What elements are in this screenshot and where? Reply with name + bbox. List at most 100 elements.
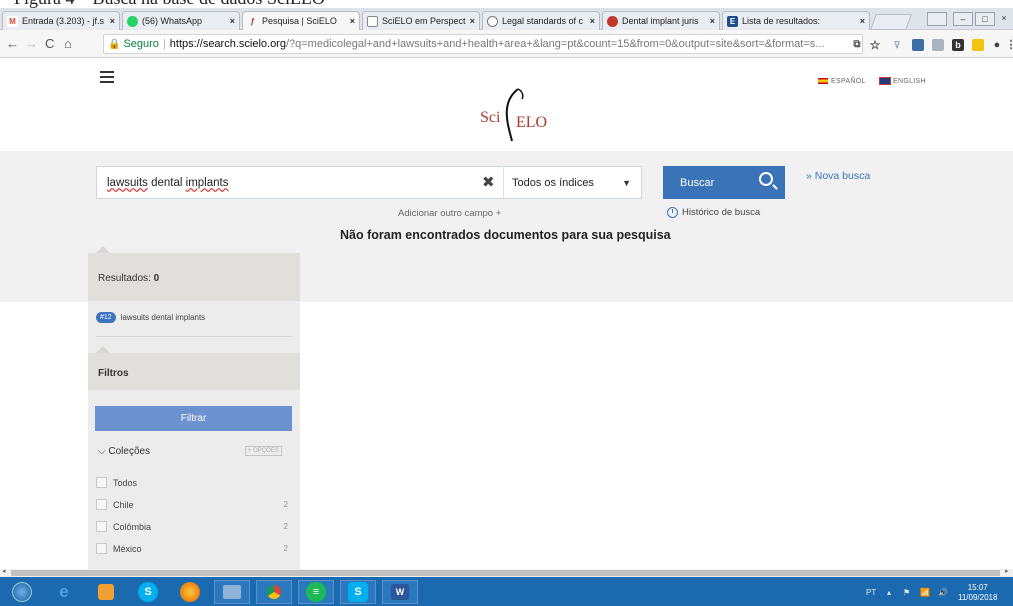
results-number: 0 bbox=[153, 273, 160, 284]
taskbar-app-files[interactable] bbox=[214, 580, 250, 604]
search-button[interactable]: Buscar bbox=[663, 166, 785, 199]
filter-count: 2 bbox=[283, 500, 288, 509]
bookmark-star-icon[interactable]: ☆ bbox=[869, 39, 881, 51]
extension-icon[interactable]: ⊽ bbox=[891, 39, 903, 51]
filter-item-todos[interactable]: Todos bbox=[96, 477, 292, 488]
panel-pointer bbox=[96, 246, 110, 253]
checkbox[interactable] bbox=[96, 543, 107, 554]
close-icon[interactable]: × bbox=[350, 16, 355, 26]
lang-es-link[interactable]: ESPAÑOL bbox=[818, 78, 866, 85]
close-icon[interactable]: × bbox=[230, 16, 235, 26]
scrollbar-thumb[interactable] bbox=[11, 570, 1000, 576]
maximize-button[interactable]: □ bbox=[975, 12, 995, 26]
extension-icon[interactable] bbox=[932, 39, 944, 51]
taskbar-app-spotify[interactable]: ≡ bbox=[298, 580, 334, 604]
tab-legal-standards[interactable]: Legal standards of c × bbox=[482, 11, 600, 30]
skype-icon: S bbox=[138, 582, 158, 602]
index-select[interactable]: Todos os índices ▼ bbox=[503, 166, 642, 199]
filter-label: Todos bbox=[113, 477, 138, 488]
scroll-right-icon[interactable]: ▸ bbox=[1005, 567, 1009, 575]
search-history-item[interactable]: #12 lawsuits dental implants bbox=[96, 312, 205, 323]
back-icon[interactable]: ← bbox=[6, 36, 19, 51]
results-count: Resultados: 0 bbox=[98, 273, 159, 284]
close-icon[interactable]: × bbox=[110, 16, 115, 26]
translate-icon[interactable]: ⧉ bbox=[851, 39, 863, 51]
tab-scielo-search[interactable]: ƒ Pesquisa | SciELO × bbox=[242, 11, 360, 30]
action-center-flag-icon[interactable]: ⚑ bbox=[903, 588, 910, 597]
taskbar-app-outlook[interactable] bbox=[88, 580, 124, 604]
taskbar-app-word[interactable]: W bbox=[382, 580, 418, 604]
close-icon[interactable]: × bbox=[470, 16, 475, 26]
more-options-button[interactable]: + OPÇÕES bbox=[245, 446, 282, 456]
close-window-button[interactable]: × bbox=[997, 12, 1011, 26]
filter-count: 2 bbox=[283, 522, 288, 531]
tab-label: Dental implant juris bbox=[622, 16, 699, 26]
filters-title: Filtros bbox=[98, 368, 129, 379]
checkbox[interactable] bbox=[96, 521, 107, 532]
tab-label: (56) WhatsApp bbox=[142, 16, 203, 26]
e-site-icon: E bbox=[727, 15, 738, 27]
show-hidden-icons[interactable]: ▴ bbox=[887, 588, 891, 597]
taskbar-app-firefox[interactable] bbox=[172, 580, 208, 604]
forward-icon[interactable]: → bbox=[25, 36, 38, 51]
collections-toggle[interactable]: ⌵ Coleções bbox=[98, 446, 150, 457]
extension-icon[interactable] bbox=[972, 39, 984, 51]
address-bar[interactable]: 🔒 Seguro | https://search.scielo.org /?q… bbox=[103, 34, 863, 54]
apply-filters-button[interactable]: Filtrar bbox=[95, 406, 292, 431]
taskbar-app-skype-2[interactable]: S bbox=[340, 580, 376, 604]
scielo-logo[interactable]: Sci ELO bbox=[478, 85, 548, 145]
reload-icon[interactable]: C bbox=[45, 36, 54, 51]
tab-label: SciELO em Perspect bbox=[382, 16, 466, 26]
clear-icon[interactable]: ✖ bbox=[482, 173, 495, 191]
extension-icon[interactable]: ● bbox=[991, 39, 1003, 51]
input-language[interactable]: PT bbox=[866, 588, 876, 597]
whatsapp-icon bbox=[127, 15, 138, 27]
query-number-badge: #12 bbox=[96, 312, 116, 323]
extension-icon[interactable] bbox=[912, 39, 924, 51]
windows-taskbar: e S ≡ S W bbox=[0, 577, 1013, 606]
taskbar-app-chrome[interactable] bbox=[256, 580, 292, 604]
extension-b-icon[interactable]: b bbox=[952, 39, 964, 51]
url-path: /?q=medicolegal+and+lawsuits+and+health+… bbox=[285, 38, 825, 50]
tab-dental-implant[interactable]: Dental implant juris × bbox=[602, 11, 720, 30]
filter-item-colombia[interactable]: Colômbia 2 bbox=[96, 521, 292, 532]
add-field-link[interactable]: Adicionar outro campo + bbox=[398, 208, 501, 219]
file-explorer-icon bbox=[223, 585, 241, 599]
lang-en-link[interactable]: ENGLISH bbox=[879, 77, 926, 86]
tab-scielo-perspectiva[interactable]: SciELO em Perspect × bbox=[362, 11, 480, 30]
checkbox[interactable] bbox=[96, 499, 107, 510]
close-icon[interactable]: × bbox=[860, 16, 865, 26]
start-button[interactable] bbox=[4, 580, 40, 604]
network-icon[interactable]: 📶 bbox=[920, 588, 930, 597]
system-clock[interactable]: 15:07 11/09/2018 bbox=[958, 583, 997, 603]
filter-label: Chile bbox=[113, 499, 134, 510]
logo-text-sci: Sci bbox=[480, 109, 501, 126]
search-history-link[interactable]: Histórico de busca bbox=[667, 207, 760, 218]
scroll-left-icon[interactable]: ◂ bbox=[2, 567, 6, 575]
menu-kebab-icon[interactable]: ⋮ bbox=[1005, 39, 1013, 51]
tab-whatsapp[interactable]: (56) WhatsApp × bbox=[122, 11, 240, 30]
filter-item-chile[interactable]: Chile 2 bbox=[96, 499, 292, 510]
new-tab-button[interactable] bbox=[870, 14, 912, 30]
page-icon bbox=[367, 15, 378, 27]
taskbar-app-skype[interactable]: S bbox=[130, 580, 166, 604]
search-input[interactable]: lawsuits dental implants bbox=[96, 166, 504, 199]
new-search-link[interactable]: » Nova busca bbox=[806, 170, 870, 182]
volume-icon[interactable]: 🔊 bbox=[938, 588, 948, 597]
home-icon[interactable]: ⌂ bbox=[64, 36, 72, 51]
uk-flag-icon bbox=[879, 77, 891, 86]
horizontal-scrollbar[interactable]: ◂ ▸ bbox=[0, 567, 1013, 577]
tab-lista-resultados[interactable]: E Lista de resultados: × bbox=[722, 11, 870, 30]
hamburger-menu-icon[interactable] bbox=[100, 71, 114, 86]
minimize-button[interactable]: – bbox=[953, 12, 973, 26]
filter-item-mexico[interactable]: México 2 bbox=[96, 543, 292, 554]
clock-date: 11/09/2018 bbox=[958, 593, 998, 602]
checkbox[interactable] bbox=[96, 477, 107, 488]
close-icon[interactable]: × bbox=[710, 16, 715, 26]
user-profile-button[interactable] bbox=[927, 12, 947, 26]
spain-flag-icon bbox=[818, 78, 828, 85]
no-results-message: Não foram encontrados documentos para su… bbox=[340, 228, 671, 242]
tab-gmail[interactable]: M Entrada (3.203) - jf.s × bbox=[2, 11, 120, 30]
close-icon[interactable]: × bbox=[590, 16, 595, 26]
taskbar-app-ie[interactable]: e bbox=[46, 580, 82, 604]
